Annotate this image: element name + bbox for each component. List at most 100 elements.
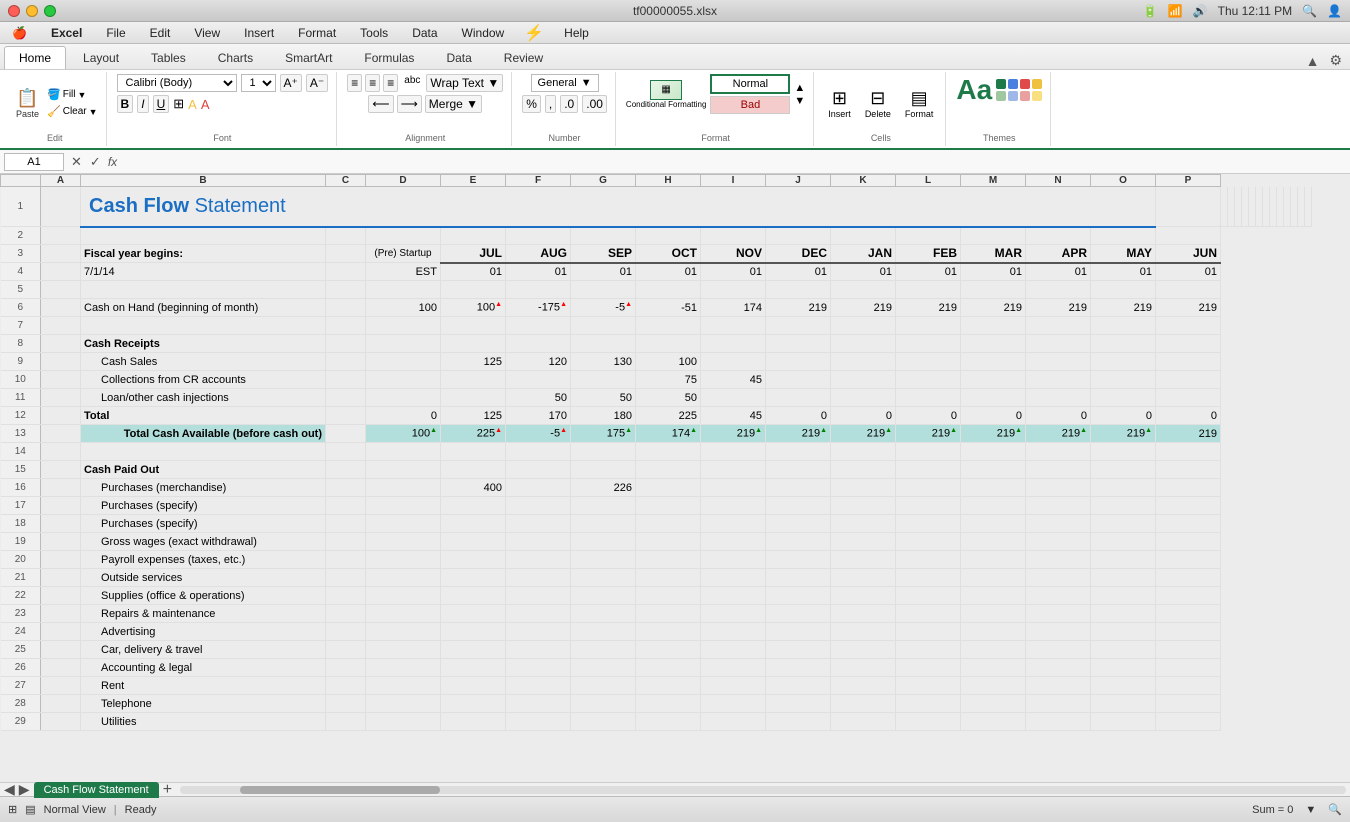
cell[interactable]	[636, 551, 701, 569]
table-row[interactable]: 11Loan/other cash injections505050	[1, 389, 1312, 407]
cell[interactable]: 0	[961, 407, 1026, 425]
cell[interactable]	[1026, 281, 1091, 299]
cell[interactable]: JUL	[441, 245, 506, 263]
cell[interactable]	[766, 677, 831, 695]
cell[interactable]	[831, 353, 896, 371]
cell[interactable]: 219▲	[701, 425, 766, 443]
cell[interactable]	[1156, 461, 1221, 479]
menu-format[interactable]: Format	[294, 25, 340, 41]
table-row[interactable]: 17Purchases (specify)	[1, 497, 1312, 515]
cell[interactable]: 0	[1026, 407, 1091, 425]
cell[interactable]	[961, 533, 1026, 551]
cell[interactable]	[571, 587, 636, 605]
cell[interactable]	[1156, 695, 1221, 713]
cell[interactable]	[766, 335, 831, 353]
cell[interactable]	[1091, 227, 1156, 245]
cell[interactable]	[766, 281, 831, 299]
cell[interactable]	[366, 317, 441, 335]
cell[interactable]	[896, 371, 961, 389]
cell[interactable]: OCT	[636, 245, 701, 263]
cell[interactable]	[571, 317, 636, 335]
cell[interactable]	[636, 227, 701, 245]
cell[interactable]	[896, 695, 961, 713]
cell[interactable]: Repairs & maintenance	[81, 605, 326, 623]
cell[interactable]	[326, 641, 366, 659]
cell[interactable]	[1026, 551, 1091, 569]
window-controls[interactable]	[8, 5, 56, 17]
menu-data[interactable]: Data	[408, 25, 441, 41]
cell[interactable]	[1156, 227, 1221, 245]
cell[interactable]	[326, 407, 366, 425]
cell[interactable]: 219▲	[1091, 425, 1156, 443]
cell[interactable]	[766, 713, 831, 731]
col-header-f[interactable]: F	[506, 175, 571, 187]
cell[interactable]	[896, 497, 961, 515]
cell[interactable]: 100▲	[441, 299, 506, 317]
cell[interactable]	[441, 623, 506, 641]
cell[interactable]	[1091, 479, 1156, 497]
cell[interactable]: 0	[1156, 407, 1221, 425]
cell[interactable]	[961, 443, 1026, 461]
italic-button[interactable]: I	[137, 95, 148, 113]
cell[interactable]: 174▲	[636, 425, 701, 443]
cell[interactable]	[636, 569, 701, 587]
cell[interactable]	[326, 353, 366, 371]
cell[interactable]	[831, 443, 896, 461]
cell[interactable]	[896, 443, 961, 461]
cell[interactable]	[326, 389, 366, 407]
cell[interactable]	[326, 335, 366, 353]
cell[interactable]	[441, 677, 506, 695]
cell[interactable]: 75	[636, 371, 701, 389]
cell[interactable]: 01	[1156, 263, 1221, 281]
cell[interactable]	[366, 335, 441, 353]
normal-style-box[interactable]: Normal	[710, 74, 790, 94]
cell[interactable]	[571, 335, 636, 353]
layout-view-icon[interactable]: ▤	[25, 803, 35, 816]
cell[interactable]: 45	[701, 371, 766, 389]
cell[interactable]	[701, 497, 766, 515]
cell[interactable]	[441, 461, 506, 479]
cell[interactable]	[1156, 187, 1221, 227]
cell[interactable]: 01	[896, 263, 961, 281]
cell[interactable]	[1026, 389, 1091, 407]
cell[interactable]: Collections from CR accounts	[81, 371, 326, 389]
cell[interactable]	[1156, 389, 1221, 407]
cell[interactable]	[1156, 533, 1221, 551]
cell[interactable]	[41, 641, 81, 659]
cell[interactable]	[1091, 641, 1156, 659]
cell[interactable]	[571, 461, 636, 479]
cell[interactable]: Gross wages (exact withdrawal)	[81, 533, 326, 551]
cell[interactable]	[41, 245, 81, 263]
cell[interactable]	[896, 389, 961, 407]
cell[interactable]	[701, 533, 766, 551]
cell[interactable]	[441, 569, 506, 587]
cell[interactable]	[326, 551, 366, 569]
cell[interactable]	[831, 659, 896, 677]
table-row[interactable]: 14	[1, 443, 1312, 461]
indent-increase-button[interactable]: ⟶	[397, 95, 422, 113]
cell[interactable]: Cash Receipts	[81, 335, 326, 353]
cell[interactable]	[326, 713, 366, 731]
cell[interactable]	[831, 713, 896, 731]
cell[interactable]	[1156, 317, 1221, 335]
table-row[interactable]: 9Cash Sales125120130100	[1, 353, 1312, 371]
cell[interactable]	[571, 227, 636, 245]
cell[interactable]	[1091, 533, 1156, 551]
cell[interactable]	[41, 713, 81, 731]
cell[interactable]	[366, 533, 441, 551]
cell[interactable]	[896, 353, 961, 371]
number-format-dropdown[interactable]: General ▼	[531, 74, 599, 92]
table-row[interactable]: 15Cash Paid Out	[1, 461, 1312, 479]
bold-button[interactable]: B	[117, 95, 134, 113]
menu-help[interactable]: Help	[560, 25, 593, 41]
cell[interactable]	[506, 317, 571, 335]
cell[interactable]	[41, 551, 81, 569]
cell[interactable]	[441, 533, 506, 551]
cell[interactable]	[326, 515, 366, 533]
cell[interactable]	[506, 371, 571, 389]
cell[interactable]	[1026, 605, 1091, 623]
cell[interactable]	[41, 353, 81, 371]
cell[interactable]	[506, 515, 571, 533]
cell[interactable]	[896, 461, 961, 479]
tab-review[interactable]: Review	[489, 46, 558, 69]
